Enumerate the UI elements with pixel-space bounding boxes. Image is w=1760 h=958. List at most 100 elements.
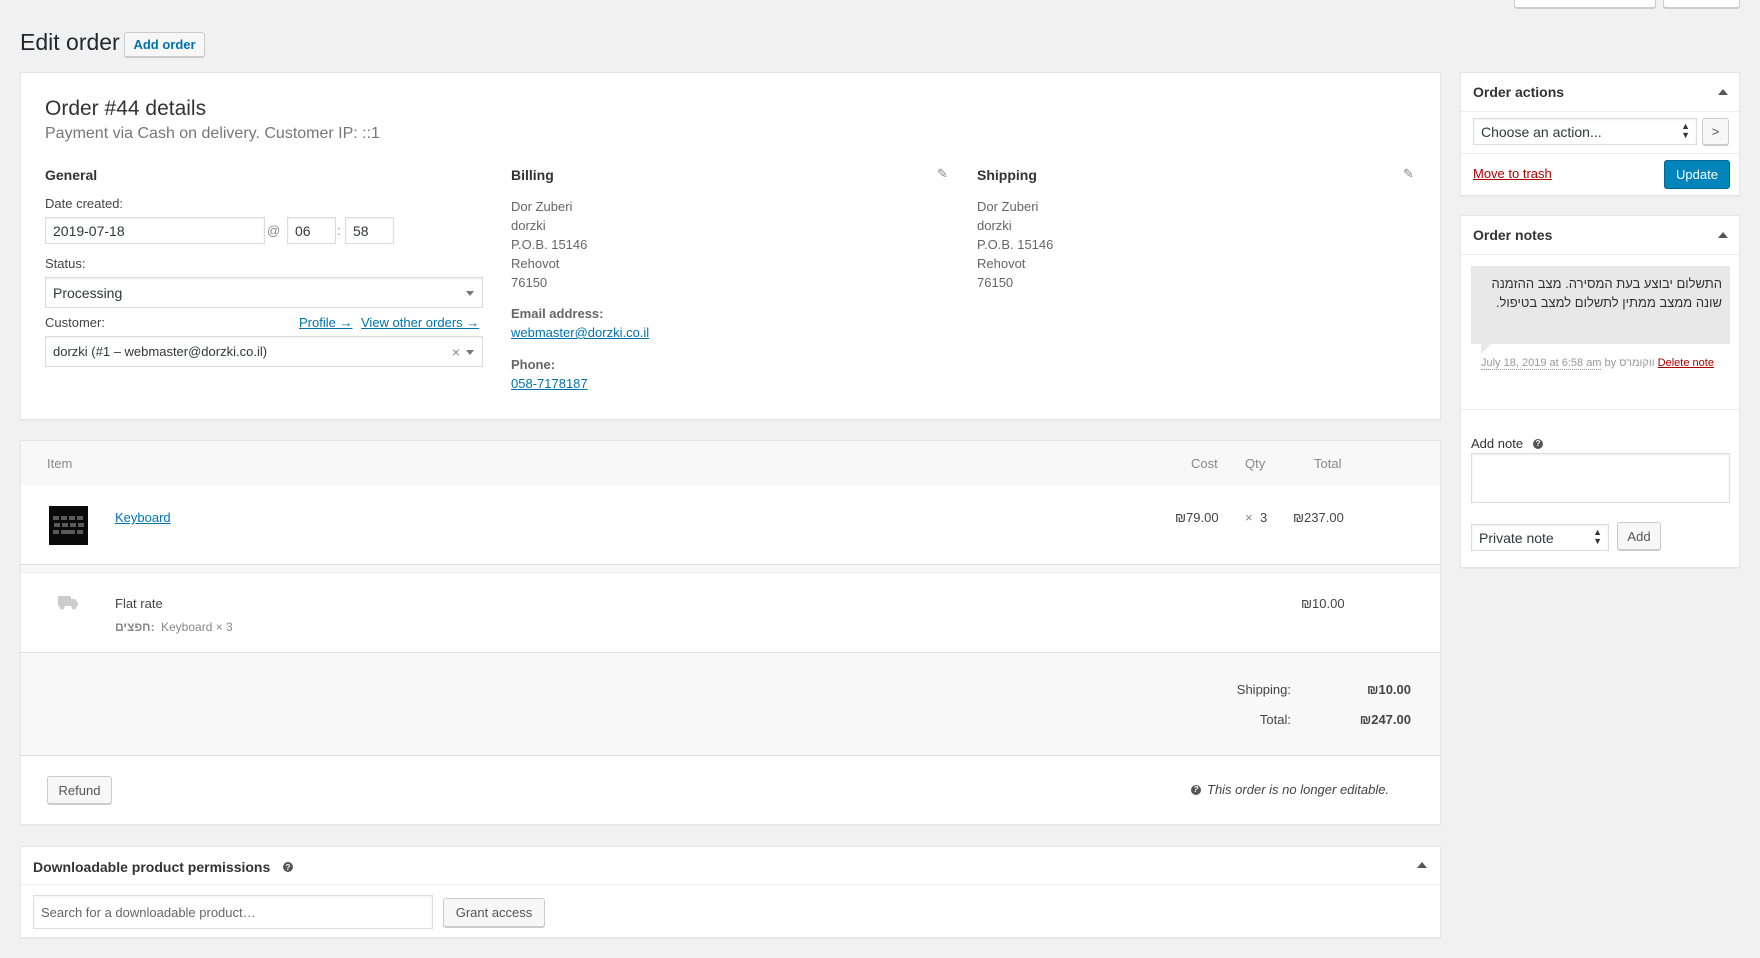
screen-options-button[interactable] [1514,0,1656,8]
note-type-select[interactable]: Private note ▲ ▼ [1471,524,1609,551]
col-header-cost: Cost [1191,456,1218,471]
edit-billing-icon[interactable]: ✎ [937,166,948,182]
divider [21,565,1440,573]
status-value: Processing [53,284,123,301]
totals-label-shipping: Shipping: [1236,682,1291,697]
email-link[interactable]: webmaster@dorzki.co.il [511,325,649,340]
downloads-header: Downloadable product permissions ? [21,847,1440,885]
add-note-button[interactable]: Add [1617,522,1661,550]
order-data-panel: Order #44 details Payment via Cash on de… [20,72,1441,420]
shipping-address: Dor Zuberi dorzki P.O.B. 15146 Rehovot 7… [977,197,1053,292]
order-actions-title: Order actions [1473,84,1565,100]
refund-button[interactable]: Refund [47,776,112,804]
totals-value-total: ₪247.00 [1359,712,1411,727]
note-textarea[interactable] [1471,453,1730,503]
collapse-icon[interactable] [1718,232,1728,238]
keyboard-thumbnail [49,506,88,545]
billing-address-line: Dor Zuberi [511,199,573,214]
shipping-line-total: ₪10.00 [1301,596,1345,611]
add-note-label-text: Add note [1471,436,1524,451]
date-created-label: Date created: [45,196,124,211]
panel-divider [1461,153,1739,154]
order-items-panel: Item Cost Qty Total Keyboard ₪79.00 × 3 … [20,440,1441,825]
collapse-icon[interactable] [1417,862,1427,868]
chevron-down-icon [466,291,474,296]
shipping-title: Shipping [977,167,1037,183]
add-note-label: Add note ? [1471,436,1544,451]
clear-icon[interactable]: × [452,344,460,360]
product-cost: ₪79.00 [1175,510,1219,525]
select-arrows-icon: ▲ ▼ [1593,527,1602,546]
shipping-address-line: Dor Zuberi [977,199,1039,214]
billing-address: Dor Zuberi dorzki P.O.B. 15146 Rehovot 7… [511,197,587,292]
order-meta: Payment via Cash on delivery. Customer I… [45,125,380,142]
totals-section: Shipping: ₪10.00 Total: ₪247.00 [21,654,1440,756]
panel-divider [1461,254,1739,255]
profile-link[interactable]: Profile → [299,315,352,330]
shipping-address-line: 76150 [977,275,1014,290]
billing-address-line: dorzki [511,218,546,233]
status-select[interactable]: Processing [45,277,483,308]
totals-value-shipping: ₪10.00 [1366,682,1411,697]
help-tab-button[interactable] [1663,0,1740,8]
select-arrows-icon: ▲ ▼ [1681,121,1690,140]
billing-address-line: Rehovot [511,256,560,271]
order-action-select[interactable]: Choose an action... ▲ ▼ [1473,118,1697,145]
chevron-down-icon [466,350,474,355]
grant-access-button[interactable]: Grant access [443,898,545,927]
shipping-address-line: P.O.B. 15146 [977,237,1054,252]
shipping-meta-key: חפצים: [115,620,155,634]
col-header-qty: Qty [1245,456,1266,471]
status-label: Status: [45,256,86,271]
date-created-input[interactable]: 2019-07-18 [45,217,265,244]
customer-select[interactable]: dorzki (#1 – webmaster@dorzki.co.il) × [45,336,483,367]
items-header-row: Item Cost Qty Total [21,441,1440,485]
note-bubble: התשלום יבוצע בעת המסירה. מצב ההזמנה שונה… [1471,266,1730,344]
downloadable-search-input[interactable]: Search for a downloadable product… [33,895,433,929]
order-notes-title: Order notes [1473,227,1553,243]
order-heading: Order #44 details [45,97,207,120]
shipping-method-name: Flat rate [115,596,163,611]
downloads-title: Downloadable product permissions [33,859,271,875]
shipping-address-line: dorzki [977,218,1012,233]
order-actions-panel: Order actions Choose an action... ▲ ▼ > M… [1460,72,1740,196]
shipping-meta-value: Keyboard × 3 [161,620,233,634]
not-editable-notice: ? This order is no longer editable. [1191,782,1389,797]
page-title: Edit order [20,29,120,55]
table-row: Keyboard ₪79.00 × 3 ₪237.00 [21,485,1440,565]
search-placeholder: Search for a downloadable product… [41,904,256,920]
billing-address-line: 76150 [511,275,548,290]
hour-input[interactable]: 06 [287,217,336,244]
note-date: July 18, 2019 at 6:58 am [1481,357,1602,370]
order-action-value: Choose an action... [1481,123,1602,140]
panel-divider [1461,111,1739,112]
not-editable-text: This order is no longer editable. [1207,782,1390,797]
help-icon: ? [1191,784,1201,795]
add-order-button[interactable]: Add order [124,32,205,57]
minute-input[interactable]: 58 [345,217,394,244]
col-header-total: Total [1314,456,1342,471]
general-title: General [45,167,98,183]
truck-icon [57,593,79,614]
order-notes-panel: Order notes התשלום יבוצע בעת המסירה. מצב… [1460,215,1740,568]
billing-title: Billing [511,167,554,183]
billing-address-line: P.O.B. 15146 [511,237,588,252]
apply-action-button[interactable]: > [1702,118,1729,145]
phone-link[interactable]: 058-7178187 [511,376,588,391]
view-other-orders-link[interactable]: View other orders → [361,315,479,330]
note-author: by ווקומרס [1604,357,1655,369]
move-to-trash-link[interactable]: Move to trash [1473,166,1552,181]
product-link[interactable]: Keyboard [115,510,171,525]
col-header-item: Item [47,456,73,471]
product-total: ₪237.00 [1293,510,1344,525]
shipping-address-line: Rehovot [977,256,1026,271]
shipping-line-row: Flat rate חפצים: Keyboard × 3 ₪10.00 [21,573,1440,653]
phone-label: Phone: [511,357,556,372]
collapse-icon[interactable] [1718,89,1728,95]
delete-note-link[interactable]: Delete note [1658,357,1714,369]
edit-shipping-icon[interactable]: ✎ [1403,166,1414,182]
note-type-value: Private note [1479,529,1554,546]
product-qty: 3 [1260,510,1268,525]
help-icon: ? [283,862,293,872]
update-button[interactable]: Update [1664,160,1730,189]
